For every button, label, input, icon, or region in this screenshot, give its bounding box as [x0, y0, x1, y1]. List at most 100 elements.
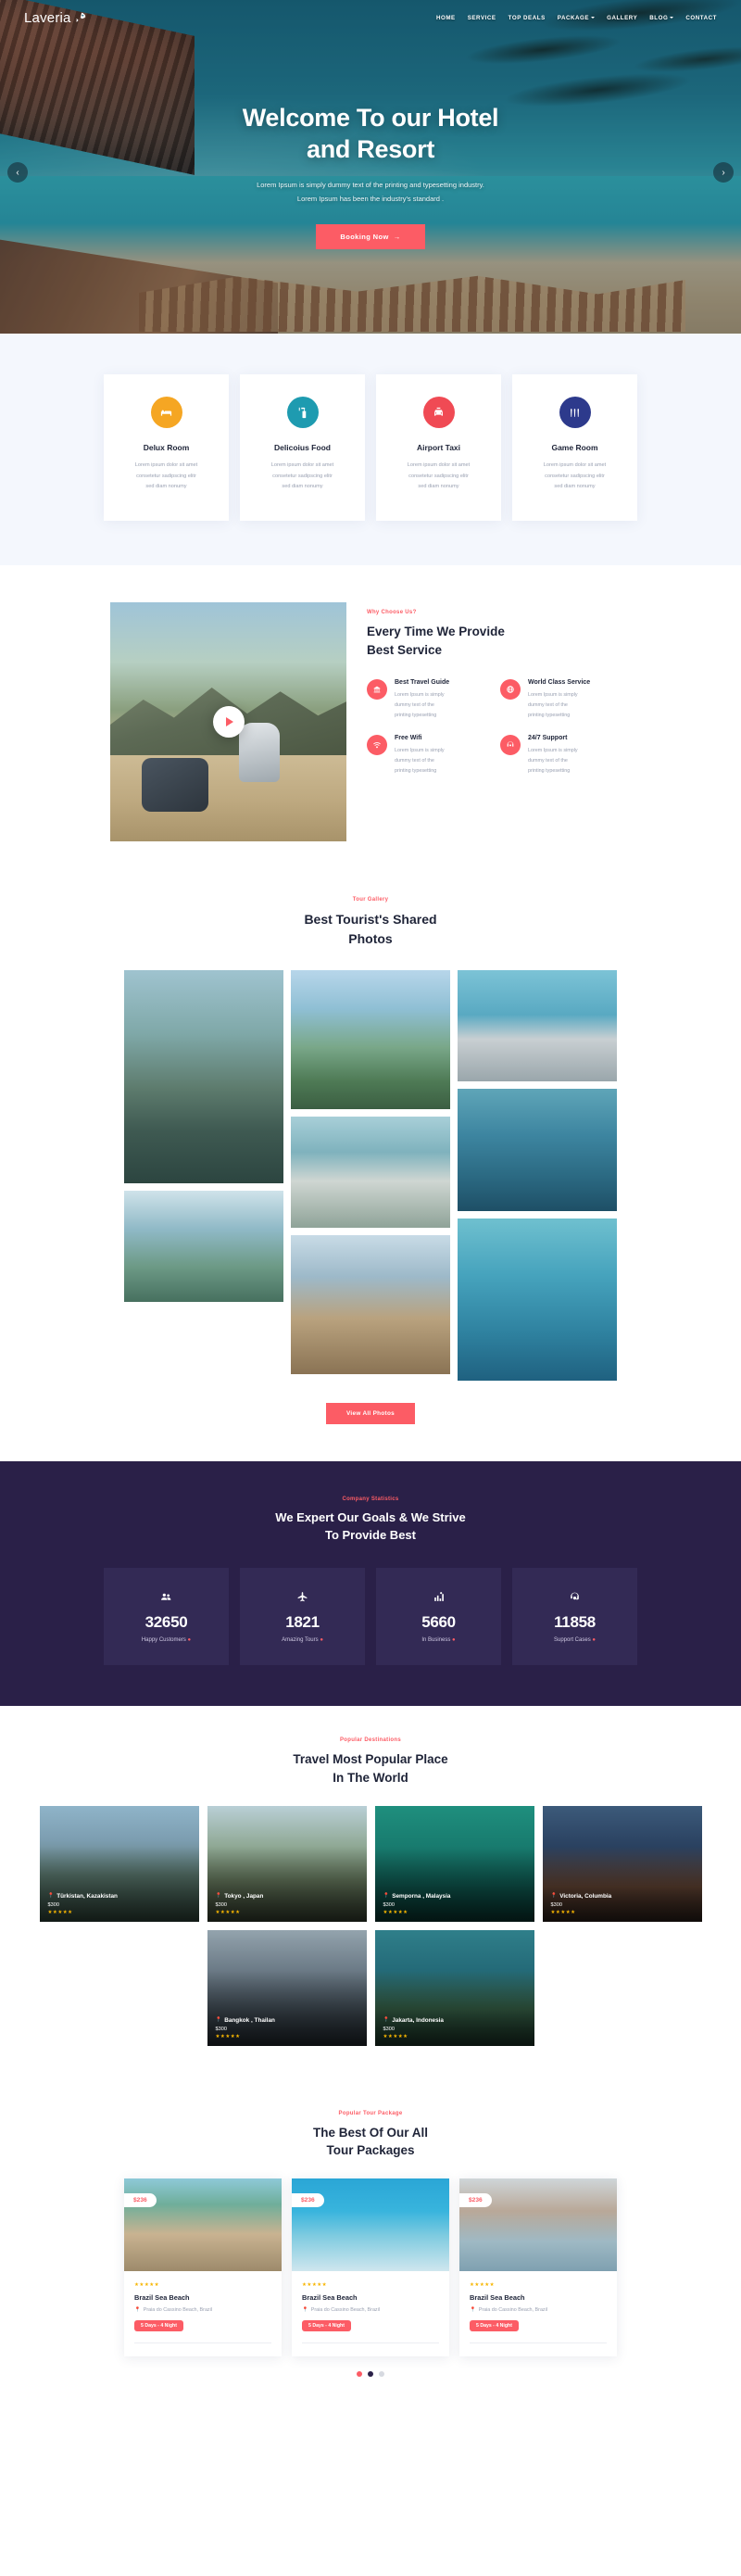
destination-card[interactable]: 📍 Jakarta, Indonesia $300 ★★★★★ — [374, 1929, 534, 2046]
feature-desc-line-1: Lorem ipsum dolor sit amet — [270, 462, 334, 468]
destination-price: $300 — [215, 1901, 227, 1908]
why-desc-line-2: dummy text of the — [528, 757, 568, 764]
gallery-image[interactable] — [458, 969, 617, 1081]
why-item-desc: Lorem Ipsum is simply dummy text of the … — [395, 746, 445, 777]
why-video-thumbnail[interactable] — [110, 602, 346, 842]
destinations-title: Travel Most Popular Place In The World — [0, 1750, 741, 1787]
feature-description: Lorem ipsum dolor sit amet consetetur sa… — [119, 461, 214, 493]
package-title: Brazil Sea Beach — [134, 2292, 190, 2302]
feature-desc-line-2: consetetur sadipscing elitr — [136, 473, 196, 479]
package-location-text: Praia do Cassino Beach, Brazil — [143, 2306, 213, 2313]
feature-card-game-room[interactable]: Game Room Lorem ipsum dolor sit amet con… — [512, 374, 637, 522]
nav-item-contact[interactable]: CONTACT — [685, 15, 717, 21]
gallery-heading: Tour Gallery Best Tourist's Shared Photo… — [0, 897, 741, 948]
users-icon — [160, 1591, 172, 1608]
carousel-dot-1[interactable] — [357, 2370, 362, 2377]
why-item-free-wifi: Free Wifi Lorem Ipsum is simply dummy te… — [367, 734, 489, 777]
nav-label: BLOG — [649, 14, 669, 21]
bowling-icon — [559, 397, 591, 428]
why-desc-line-2: dummy text of the — [395, 702, 434, 709]
destination-card[interactable]: 📍 Victoria, Columbia $300 ★★★★★ — [542, 1805, 702, 1922]
package-image: $236 — [124, 2178, 282, 2271]
stat-dot: ● — [187, 1636, 192, 1643]
package-card[interactable]: $236 ★★★★★ Brazil Sea Beach 📍 Praia do Ca… — [459, 2178, 617, 2356]
gallery-image[interactable] — [458, 1088, 617, 1211]
feature-card-airport-taxi[interactable]: Airport Taxi Lorem ipsum dolor sit amet … — [376, 374, 501, 522]
destination-card[interactable]: 📍 Bangkok , Thailan $300 ★★★★★ — [207, 1929, 367, 2046]
headset-icon — [569, 1591, 581, 1608]
why-desc-line-2: dummy text of the — [528, 702, 568, 709]
why-item-desc: Lorem Ipsum is simply dummy text of the … — [395, 690, 449, 721]
package-card[interactable]: $236 ★★★★★ Brazil Sea Beach 📍 Praia do Ca… — [124, 2178, 282, 2356]
stats-title-line-1: We Expert Our Goals & We Strive — [275, 1509, 466, 1524]
carousel-dot-3[interactable] — [379, 2370, 384, 2377]
nav-item-top-deals[interactable]: TOP DEALS — [509, 15, 546, 21]
rocket-icon — [75, 12, 85, 22]
gallery-image[interactable] — [291, 1116, 450, 1228]
brand-logo[interactable]: Laveria — [24, 10, 87, 26]
destination-price: $300 — [550, 1901, 562, 1908]
view-all-photos-button[interactable]: View All Photos — [325, 1402, 416, 1424]
nav-item-blog[interactable]: BLOG — [649, 14, 674, 21]
stat-label-text: Support Cases — [554, 1636, 591, 1643]
nav-item-home[interactable]: HOME — [436, 15, 456, 21]
destination-card[interactable]: 📍 Tokyo , Japan $300 ★★★★★ — [207, 1805, 367, 1922]
chevron-down-icon — [670, 17, 674, 19]
feature-card-delicoius-food[interactable]: Delicoius Food Lorem ipsum dolor sit ame… — [240, 374, 365, 522]
gallery-image[interactable] — [124, 969, 283, 1183]
why-desc-line-3: printing typesetting — [395, 767, 437, 774]
person-shape — [239, 723, 280, 783]
packages-section: Popular Tour Package The Best Of Our All… — [0, 2078, 741, 2399]
hero-subtitle-line-2: Lorem Ipsum has been the industry's stan… — [296, 195, 445, 204]
stat-label: Happy Customers ● — [142, 1637, 191, 1643]
package-title: Brazil Sea Beach — [302, 2292, 358, 2302]
hero-section: Laveria HOME SERVICE TOP DEALS PACKAGE G… — [0, 0, 741, 334]
destinations-section: Popular Destinations Travel Most Popular… — [0, 1706, 741, 2079]
destination-info: 📍 Victoria, Columbia $300 ★★★★★ — [551, 1893, 612, 1915]
stats-eyebrow: Company Statistics — [342, 1496, 399, 1502]
location-pin-icon: 📍 — [383, 2017, 390, 2024]
gallery-image[interactable] — [458, 1218, 617, 1381]
play-button[interactable] — [212, 706, 245, 739]
feature-desc-line-2: consetetur sadipscing elitr — [408, 473, 469, 479]
why-title: Every Time We Provide Best Service — [367, 623, 631, 659]
booking-now-button[interactable]: Booking Now → — [316, 224, 425, 250]
nav-item-service[interactable]: SERVICE — [468, 15, 496, 21]
nav-label: SERVICE — [467, 14, 496, 21]
why-item-desc: Lorem Ipsum is simply dummy text of the … — [528, 690, 590, 721]
destination-location-text: Tokyo , Japan — [224, 1892, 264, 1900]
nav-label: GALLERY — [607, 14, 638, 21]
gallery-image[interactable] — [291, 1234, 450, 1374]
chart-icon — [433, 1591, 445, 1608]
nav-item-gallery[interactable]: GALLERY — [607, 15, 637, 21]
hero-next-button[interactable]: › — [713, 162, 734, 183]
destination-info: 📍 Jakarta, Indonesia $300 ★★★★★ — [383, 2017, 444, 2039]
package-card[interactable]: $236 ★★★★★ Brazil Sea Beach 📍 Praia do Ca… — [292, 2178, 449, 2356]
why-item-24-7-support: 24/7 Support Lorem Ipsum is simply dummy… — [500, 734, 622, 777]
destination-location: 📍 Türkistan, Kazakistan — [48, 1893, 118, 1900]
gallery-grid — [0, 969, 741, 1381]
why-item-text: World Class Service Lorem Ipsum is simpl… — [528, 679, 590, 721]
package-location: 📍 Praia do Cassino Beach, Brazil — [302, 2307, 439, 2313]
packages-title-line-1: The Best Of Our All — [312, 2125, 428, 2140]
gallery-image[interactable] — [124, 1190, 283, 1302]
why-eyebrow: Why Choose Us? — [367, 610, 417, 616]
feature-card-delux-room[interactable]: Delux Room Lorem ipsum dolor sit amet co… — [104, 374, 229, 522]
carousel-dot-2[interactable] — [368, 2370, 373, 2377]
destination-rating: ★★★★★ — [215, 2033, 241, 2039]
package-rating: ★★★★★ — [302, 2281, 328, 2288]
destination-card[interactable]: 📍 Türkistan, Kazakistan $300 ★★★★★ — [39, 1805, 199, 1922]
hero-prev-button[interactable]: ‹ — [7, 162, 28, 183]
why-item-best-travel-guide: Best Travel Guide Lorem Ipsum is simply … — [367, 679, 489, 721]
guide-icon — [367, 679, 387, 701]
destinations-title-line-1: Travel Most Popular Place — [293, 1752, 448, 1767]
hero-subtitle-line-1: Lorem Ipsum is simply dummy text of the … — [257, 181, 484, 190]
feature-desc-line-1: Lorem ipsum dolor sit amet — [543, 462, 607, 468]
package-image: $236 — [292, 2178, 449, 2271]
feature-title: Game Room — [551, 443, 598, 452]
why-item-title: World Class Service — [528, 679, 591, 687]
nav-item-package[interactable]: PACKAGE — [558, 15, 596, 21]
destination-card[interactable]: 📍 Semporna , Malaysia $300 ★★★★★ — [374, 1805, 534, 1922]
destination-info: 📍 Bangkok , Thailan $300 ★★★★★ — [216, 2017, 275, 2039]
gallery-image[interactable] — [291, 969, 450, 1109]
